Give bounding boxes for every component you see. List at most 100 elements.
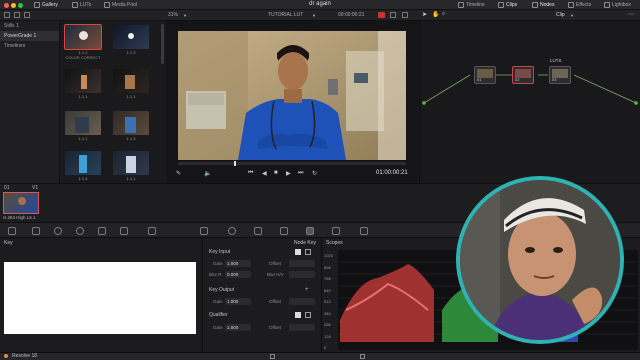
qualifier-gain-field[interactable]: 1.000 xyxy=(225,324,251,331)
tab-timeline[interactable]: Timeline xyxy=(458,1,485,9)
still-image xyxy=(81,75,87,89)
camera-raw-icon[interactable] xyxy=(8,227,16,235)
transport-controls: ✎ 🔈 ⏮ ◀ ■ ▶ ⏭ ↻ 01:00:00:21 xyxy=(174,169,412,179)
speaker-icon[interactable]: 🔈 xyxy=(204,170,211,177)
page-navigation-bar: Resolve 18 xyxy=(0,352,640,360)
curves-icon[interactable] xyxy=(148,227,156,235)
top-bar: Gallery LUTs Media Pool dr again Timelin… xyxy=(0,0,640,10)
qualifier-mode[interactable] xyxy=(305,312,311,318)
rgb-mixer-icon[interactable] xyxy=(98,227,106,235)
cinema-icon[interactable] xyxy=(402,12,408,18)
key-output-add-icon[interactable]: + xyxy=(305,287,309,293)
viewer-frame[interactable] xyxy=(178,31,406,160)
zoom-level[interactable]: 31% xyxy=(168,12,178,18)
sort-icon[interactable] xyxy=(24,12,30,18)
brush-icon[interactable]: ✎ xyxy=(176,170,181,177)
output-offset-field[interactable] xyxy=(289,298,315,305)
record-icon[interactable] xyxy=(378,12,385,18)
play-icon[interactable]: ▶ xyxy=(286,170,291,177)
node-03[interactable]: 03 xyxy=(549,66,571,84)
node-editor[interactable]: 01 02 LUTS 03 xyxy=(419,21,640,183)
still-thumbnail[interactable] xyxy=(113,151,149,175)
node-02[interactable]: 02 xyxy=(512,66,534,84)
color-match-icon[interactable] xyxy=(32,227,40,235)
stop-icon[interactable]: ■ xyxy=(274,170,278,176)
node-01[interactable]: 01 xyxy=(474,66,496,84)
webcam-overlay xyxy=(456,176,624,344)
loop-icon[interactable]: ↻ xyxy=(312,170,317,177)
effects-icon xyxy=(568,2,574,8)
offset-label: Offset xyxy=(269,261,281,266)
still-thumbnail[interactable] xyxy=(113,111,149,135)
key-input-toggle[interactable] xyxy=(295,249,301,255)
blur-radius-label: Blur R. xyxy=(209,272,223,277)
go-to-end-icon[interactable]: ⏭ xyxy=(298,170,303,177)
list-view-icon[interactable] xyxy=(14,12,20,18)
pointer-icon[interactable]: ➤ xyxy=(422,11,427,18)
still-thumbnail[interactable] xyxy=(113,25,149,49)
tab-lightbox[interactable]: Lightbox xyxy=(604,1,631,9)
color-wheels-icon[interactable] xyxy=(54,227,62,235)
play-reverse-icon[interactable]: ◀ xyxy=(262,170,267,177)
window-icon[interactable] xyxy=(228,227,236,235)
still-thumbnail[interactable] xyxy=(65,151,101,175)
node-mode[interactable]: Clip xyxy=(556,12,565,18)
playhead[interactable] xyxy=(234,161,236,166)
grid-view-icon[interactable] xyxy=(4,12,10,18)
zoom-icon[interactable]: ⌕ xyxy=(442,11,445,18)
input-offset-field[interactable] xyxy=(289,260,315,267)
bypass-icon[interactable] xyxy=(390,12,396,18)
go-to-start-icon[interactable]: ⏮ xyxy=(248,170,253,177)
still-image xyxy=(128,33,134,39)
qualifier-offset-field[interactable] xyxy=(289,324,315,331)
more-icon[interactable]: ⋯ xyxy=(628,11,634,18)
sidebar-item-powergrade[interactable]: PowerGrade 1 xyxy=(0,31,59,41)
resolve-logo-icon xyxy=(4,354,8,358)
gain-label: Gain xyxy=(213,261,223,266)
still-thumbnail[interactable] xyxy=(113,69,149,93)
qualifier-icon[interactable] xyxy=(200,227,208,235)
magic-mask-icon[interactable] xyxy=(280,227,288,235)
key-input-mode[interactable] xyxy=(305,249,311,255)
input-gain-field[interactable]: 1.000 xyxy=(225,260,251,267)
tracker-icon[interactable] xyxy=(254,227,262,235)
still-thumbnail[interactable] xyxy=(65,111,101,135)
key-preview xyxy=(4,262,196,334)
hdr-wheels-icon[interactable] xyxy=(76,227,84,235)
still-thumbnail[interactable] xyxy=(65,69,101,93)
gain-label: Gain xyxy=(213,325,223,330)
color-page-icon[interactable] xyxy=(270,354,275,359)
3d-icon[interactable] xyxy=(360,227,368,235)
tab-effects[interactable]: Effects xyxy=(568,1,591,9)
still-thumbnail[interactable] xyxy=(64,24,102,50)
timecode-display: 01:00:00:21 xyxy=(376,170,408,176)
clip-thumbnail[interactable] xyxy=(3,192,39,214)
clip-track: V1 xyxy=(32,185,39,191)
timeline-name[interactable]: TUTORIAL LUT xyxy=(268,12,303,18)
blur-radius-field[interactable]: 0.000 xyxy=(225,271,251,278)
sidebar-item-stills[interactable]: Stills 1 xyxy=(0,21,59,31)
scrubber-bar[interactable] xyxy=(178,161,406,166)
tab-clips[interactable]: Clips xyxy=(498,1,517,9)
still-label: 1.1.1 xyxy=(126,176,136,181)
fairlight-page-icon[interactable] xyxy=(360,354,365,359)
viewer-toolbar: 31% ▼ TUTORIAL LUT ▼ 00:00:00:21 ➤ ✋ ⌕ C… xyxy=(0,10,640,21)
hand-icon[interactable]: ✋ xyxy=(432,11,439,18)
video-frame-image xyxy=(178,31,406,160)
qualifier-label: Qualifier xyxy=(209,312,228,318)
sizing-icon[interactable] xyxy=(332,227,340,235)
chevron-down-icon[interactable]: ▼ xyxy=(183,13,187,18)
motion-effects-icon[interactable] xyxy=(120,227,128,235)
sidebar-item-timelines[interactable]: Timelines xyxy=(0,41,59,51)
tab-nodes[interactable]: Nodes xyxy=(532,1,554,9)
still-image xyxy=(79,155,87,173)
blur-hv-field[interactable] xyxy=(289,271,315,278)
chevron-down-icon[interactable]: ▼ xyxy=(312,13,316,18)
key-icon[interactable] xyxy=(306,227,314,235)
still-image xyxy=(126,156,136,173)
output-gain-field[interactable]: 1.000 xyxy=(225,298,251,305)
still-image xyxy=(79,31,88,40)
qualifier-toggle[interactable] xyxy=(295,312,301,318)
gallery-scrollbar[interactable] xyxy=(161,24,164,64)
chevron-down-icon[interactable]: ▼ xyxy=(570,13,574,18)
